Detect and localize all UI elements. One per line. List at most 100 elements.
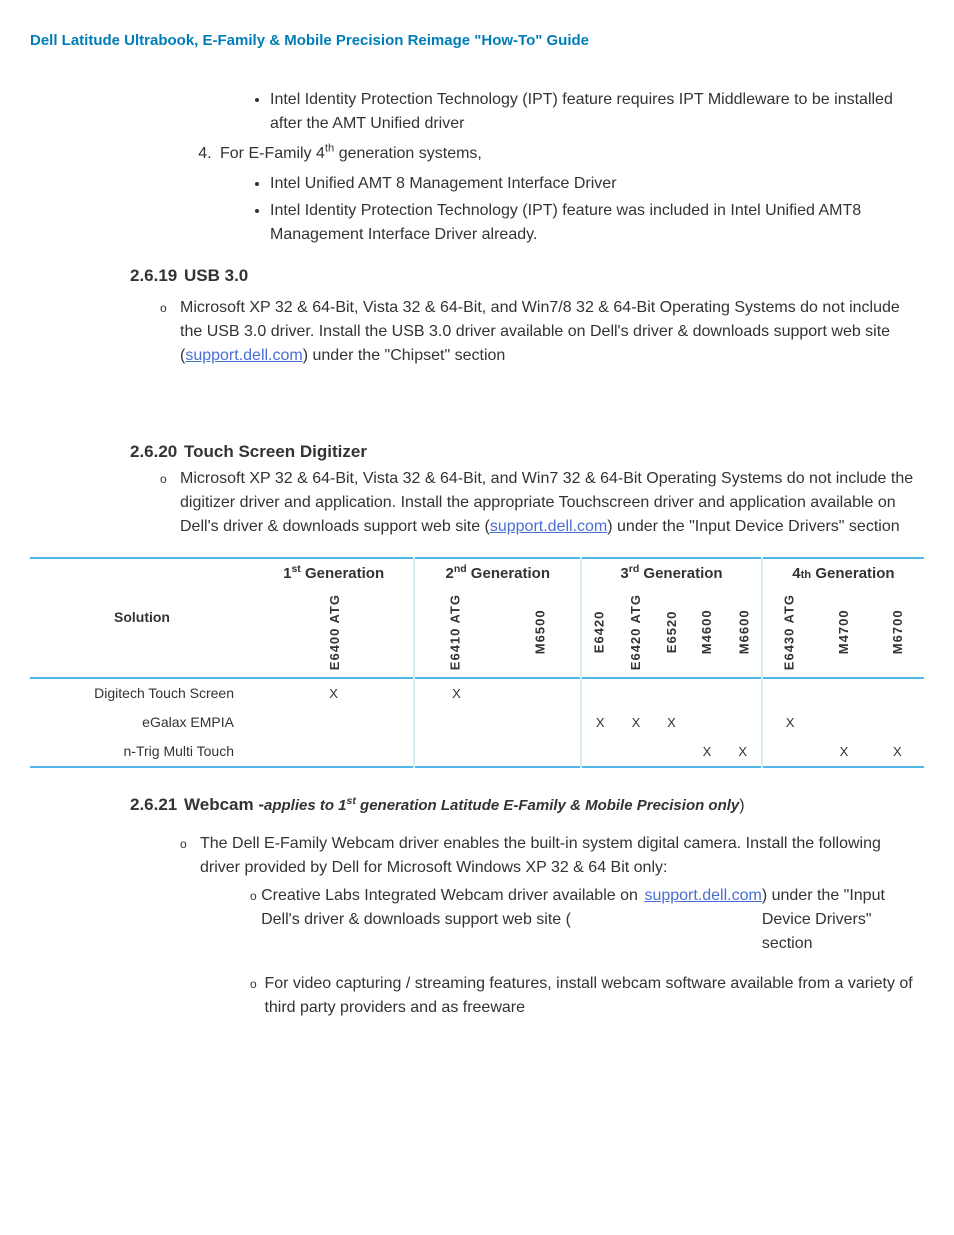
cell: X: [581, 708, 618, 737]
model-header: M6500: [498, 589, 582, 678]
cell: [689, 708, 725, 737]
cell: [254, 737, 414, 767]
row-label: eGalax EMPIA: [30, 708, 254, 737]
cell: [654, 737, 690, 767]
sub-bullet-list: Intel Unified AMT 8 Management Interface…: [240, 172, 924, 247]
section-heading-webcam: 2.6.21 Webcam -applies to 1st generation…: [130, 792, 924, 818]
cell: [762, 737, 818, 767]
webcam-intro: The Dell E-Family Webcam driver enables …: [200, 835, 881, 876]
model-header: M6700: [871, 589, 924, 678]
item-text-suffix: generation systems,: [334, 145, 482, 162]
gen1-label: 1st Generation: [283, 565, 384, 582]
section-number: 2.6.19: [130, 266, 177, 285]
list-item: Intel Unified AMT 8 Management Interface…: [270, 172, 924, 196]
webcam-list: The Dell E-Family Webcam driver enables …: [180, 832, 924, 1036]
cell: X: [414, 678, 498, 708]
cell: X: [618, 708, 654, 737]
model-header: E6410 ATG: [414, 589, 498, 678]
cell: [871, 678, 924, 708]
numbered-list-continuation: For E-Family 4th generation systems, Int…: [190, 142, 924, 247]
model-header: E6400 ATG: [254, 589, 414, 678]
gen-header: 2nd Generation: [414, 558, 581, 590]
item-text: For E-Family 4: [220, 145, 325, 162]
cell: [817, 708, 870, 737]
list-item: Intel Identity Protection Technology (IP…: [270, 199, 924, 247]
section-title: Webcam -: [184, 795, 264, 814]
cell: [414, 708, 498, 737]
model-header: M6600: [725, 589, 762, 678]
body-text: ) under the "Input Device Drivers" secti…: [762, 884, 924, 956]
gen4-label: 4th Generation: [792, 565, 894, 582]
row-label: n-Trig Multi Touch: [30, 737, 254, 767]
cell: X: [871, 737, 924, 767]
solution-header: Solution: [30, 558, 254, 679]
cell: [581, 737, 618, 767]
gen-header: 3rd Generation: [581, 558, 762, 590]
table-header-row: Solution 1st Generation 2nd Generation 3…: [30, 558, 924, 590]
section-title: Touch Screen Digitizer: [184, 442, 367, 461]
support-link[interactable]: support.dell.com: [644, 884, 761, 956]
gen-header: 4th Generation: [762, 558, 924, 590]
model-header: M4700: [817, 589, 870, 678]
model-header: M4600: [689, 589, 725, 678]
cell: [817, 678, 870, 708]
cell: X: [762, 708, 818, 737]
webcam-note-post: generation Latitude E-Family & Mobile Pr…: [356, 797, 739, 814]
row-label: Digitech Touch Screen: [30, 678, 254, 708]
cell: [498, 678, 582, 708]
gen2-label: 2nd Generation: [445, 565, 550, 582]
document-title: Dell Latitude Ultrabook, E-Family & Mobi…: [30, 30, 924, 53]
webcam-note-pre: applies to 1: [264, 797, 347, 814]
touch-list: Microsoft XP 32 & 64-Bit, Vista 32 & 64-…: [160, 467, 924, 539]
body-text: ) under the "Input Device Drivers" secti…: [607, 518, 899, 535]
cell: [725, 708, 762, 737]
cell: [581, 678, 618, 708]
gen3-label: 3rd Generation: [620, 565, 722, 582]
list-item: Creative Labs Integrated Webcam driver a…: [246, 884, 924, 956]
table-row: Digitech Touch Screen X X: [30, 678, 924, 708]
closing-paren: ): [739, 797, 744, 814]
model-header: E6430 ATG: [762, 589, 818, 678]
cell: [414, 737, 498, 767]
model-header: E6420: [581, 589, 618, 678]
list-item: Microsoft XP 32 & 64-Bit, Vista 32 & 64-…: [160, 296, 924, 368]
support-link[interactable]: support.dell.com: [490, 518, 607, 535]
section-number: 2.6.20: [130, 442, 177, 461]
cell: [498, 737, 582, 767]
compatibility-table: Solution 1st Generation 2nd Generation 3…: [30, 557, 924, 769]
table-row: n-Trig Multi Touch X X X X: [30, 737, 924, 767]
table-row: eGalax EMPIA X X X X: [30, 708, 924, 737]
list-item: The Dell E-Family Webcam driver enables …: [180, 832, 924, 1036]
support-link[interactable]: support.dell.com: [185, 347, 302, 364]
list-item: Microsoft XP 32 & 64-Bit, Vista 32 & 64-…: [160, 467, 924, 539]
cell: X: [817, 737, 870, 767]
body-text: ) under the "Chipset" section: [303, 347, 506, 364]
superscript: st: [347, 795, 356, 807]
model-header: E6520: [654, 589, 690, 678]
cell: [654, 678, 690, 708]
list-item: For E-Family 4th generation systems, Int…: [216, 142, 924, 247]
cell: X: [725, 737, 762, 767]
body-text: Creative Labs Integrated Webcam driver a…: [261, 884, 644, 956]
top-bullet-list: Intel Identity Protection Technology (IP…: [240, 88, 924, 136]
gen-header: 1st Generation: [254, 558, 414, 590]
section-heading-usb: 2.6.19 USB 3.0: [130, 263, 924, 289]
cell: [498, 708, 582, 737]
cell: [618, 678, 654, 708]
section-number: 2.6.21: [130, 795, 177, 814]
cell: [689, 678, 725, 708]
cell: [618, 737, 654, 767]
cell: [254, 708, 414, 737]
model-header: E6420 ATG: [618, 589, 654, 678]
list-item: For video capturing / streaming features…: [246, 972, 924, 1020]
webcam-ol: Creative Labs Integrated Webcam driver a…: [220, 884, 924, 1020]
list-item: Intel Identity Protection Technology (IP…: [270, 88, 924, 136]
superscript: th: [325, 142, 334, 154]
cell: [762, 678, 818, 708]
cell: X: [654, 708, 690, 737]
cell: X: [254, 678, 414, 708]
section-title: USB 3.0: [184, 266, 248, 285]
cell: [725, 678, 762, 708]
cell: X: [689, 737, 725, 767]
section-heading-touch: 2.6.20 Touch Screen Digitizer: [130, 439, 924, 465]
